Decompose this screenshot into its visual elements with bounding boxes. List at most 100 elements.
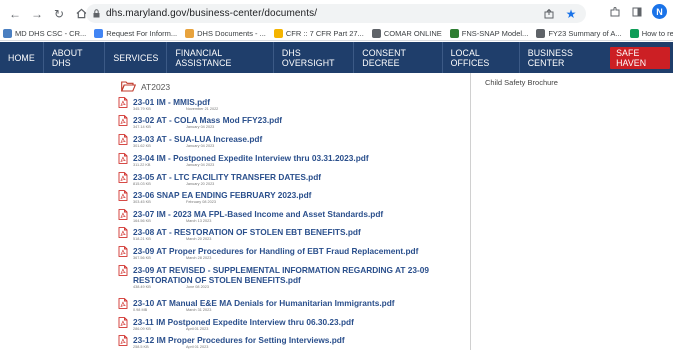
document-link[interactable]: 23-09 AT Proper Procedures for Handling … bbox=[133, 246, 418, 256]
column-divider bbox=[470, 73, 471, 350]
nav-services[interactable]: SERVICES bbox=[104, 42, 166, 73]
documents-content: Child Safety Brochure AT2023 23-01 IM - … bbox=[0, 73, 673, 350]
bookmark-item[interactable]: COMAR ONLINE bbox=[371, 29, 442, 38]
document-link[interactable]: 23-09 AT REVISED - SUPPLEMENTAL INFORMAT… bbox=[133, 265, 463, 285]
back-icon[interactable]: ← bbox=[6, 5, 24, 23]
bookmark-favicon-icon bbox=[371, 29, 381, 38]
nav-home[interactable]: HOME bbox=[0, 42, 43, 73]
bookmark-item[interactable]: FY23 Summary of A... bbox=[536, 29, 622, 38]
folder-at2023[interactable]: AT2023 bbox=[121, 81, 170, 92]
bookmark-label: COMAR ONLINE bbox=[383, 29, 442, 38]
document-link[interactable]: 23-11 IM Postponed Expedite Interview th… bbox=[133, 317, 354, 327]
url-text: dhs.maryland.gov/business-center/documen… bbox=[106, 8, 318, 19]
bookmark-item[interactable]: CFR :: 7 CFR Part 27... bbox=[273, 29, 364, 38]
nav-about-dhs[interactable]: ABOUT DHS bbox=[42, 42, 105, 73]
document-size: 164.56 KB bbox=[133, 219, 151, 223]
bookmarks-bar: MD DHS CSC - CR... Request For Inform... D… bbox=[0, 27, 673, 41]
document-link[interactable]: 23-01 IM - MMIS.pdf bbox=[133, 97, 210, 107]
bookmark-item[interactable]: How to remove a li... bbox=[629, 29, 673, 38]
document-date: February 08 2023 bbox=[186, 200, 216, 204]
document-size: 518.21 KB bbox=[133, 237, 151, 241]
document-size: 258.5 KB bbox=[133, 345, 149, 349]
document-size: 301.62 KB bbox=[133, 144, 151, 148]
document-date: November 21 2022 bbox=[186, 107, 219, 111]
document-link[interactable]: 23-06 SNAP EA ENDING FEBRUARY 2023.pdf bbox=[133, 190, 311, 200]
document-size: 367.56 KB bbox=[133, 256, 151, 260]
bookmark-label: DHS Documents - ... bbox=[197, 29, 266, 38]
pdf-file-icon bbox=[118, 97, 128, 108]
nav-consent-decree[interactable]: CONSENT DECREE bbox=[353, 42, 441, 73]
nav-local-offices[interactable]: LOCAL OFFICES bbox=[441, 42, 519, 73]
document-date: March 13 2023 bbox=[186, 219, 212, 223]
document-size: 303.45 KB bbox=[133, 200, 151, 204]
pdf-file-icon bbox=[118, 246, 128, 257]
bookmark-favicon-icon bbox=[94, 29, 104, 38]
document-link[interactable]: 23-05 AT - LTC FACILITY TRANSFER DATES.p… bbox=[133, 172, 321, 182]
pdf-file-icon bbox=[118, 265, 128, 276]
document-date: March 31 2023 bbox=[186, 308, 212, 312]
bookmark-label: MD DHS CSC - CR... bbox=[15, 29, 87, 38]
document-size: 815.03 KB bbox=[133, 182, 151, 186]
pdf-file-icon bbox=[118, 335, 128, 346]
bookmark-item[interactable]: DHS Documents - ... bbox=[185, 29, 266, 38]
safe-haven-button[interactable]: SAFE HAVEN bbox=[610, 46, 670, 69]
document-size: 311.22 KB bbox=[133, 163, 151, 167]
bookmark-favicon-icon bbox=[185, 29, 195, 38]
address-bar[interactable]: dhs.maryland.gov/business-center/documen… bbox=[86, 4, 586, 23]
bookmark-star-icon[interactable]: ★ bbox=[564, 7, 578, 21]
document-link[interactable]: 23-10 AT Manual E&E MA Denials for Human… bbox=[133, 298, 395, 308]
bookmark-favicon-icon bbox=[629, 29, 639, 38]
pdf-file-icon bbox=[118, 317, 128, 328]
folder-open-icon bbox=[121, 81, 136, 92]
document-link[interactable]: 23-02 AT - COLA Mass Mod FFY23.pdf bbox=[133, 115, 282, 125]
document-date: January 04 2023 bbox=[186, 125, 215, 129]
folder-label: AT2023 bbox=[141, 81, 171, 92]
lock-icon bbox=[92, 9, 101, 19]
pdf-file-icon bbox=[118, 115, 128, 126]
document-link[interactable]: 23-04 IM - Postponed Expedite Interview … bbox=[133, 153, 369, 163]
pdf-file-icon bbox=[118, 209, 128, 220]
pdf-file-icon bbox=[118, 134, 128, 145]
document-date: January 04 2023 bbox=[186, 163, 215, 167]
site-navigation: HOME ABOUT DHS SERVICES FINANCIAL ASSIST… bbox=[0, 42, 673, 73]
pdf-file-icon bbox=[118, 172, 128, 183]
reload-icon[interactable]: ↻ bbox=[50, 5, 68, 23]
document-date: June 08 2023 bbox=[186, 285, 210, 289]
bookmark-item[interactable]: Request For Inform... bbox=[94, 29, 177, 38]
pdf-file-icon bbox=[118, 298, 128, 309]
bookmark-favicon-icon bbox=[3, 29, 12, 38]
document-size: 347.14 KB bbox=[133, 125, 151, 129]
share-icon[interactable] bbox=[542, 7, 556, 21]
document-date: March 20 2023 bbox=[186, 237, 212, 241]
document-link[interactable]: 23-08 AT - RESTORATION OF STOLEN EBT BEN… bbox=[133, 227, 361, 237]
profile-avatar[interactable]: N bbox=[652, 4, 667, 19]
pdf-file-icon bbox=[118, 153, 128, 164]
document-size: 345.79 KB bbox=[133, 107, 151, 111]
pdf-file-icon bbox=[118, 190, 128, 201]
document-date: March 28 2023 bbox=[186, 256, 212, 260]
bookmark-item[interactable]: MD DHS CSC - CR... bbox=[3, 29, 86, 38]
bookmark-label: FNS-SNAP Model... bbox=[461, 29, 529, 38]
document-link[interactable]: 23-12 IM Proper Procedures for Setting I… bbox=[133, 335, 345, 345]
bookmark-favicon-icon bbox=[449, 29, 459, 38]
bookmark-label: FY23 Summary of A... bbox=[548, 29, 622, 38]
forward-icon[interactable]: → bbox=[28, 5, 46, 23]
nav-business-center[interactable]: BUSINESS CENTER bbox=[518, 42, 608, 73]
nav-dhs-oversight[interactable]: DHS OVERSIGHT bbox=[272, 42, 353, 73]
bookmark-label: CFR :: 7 CFR Part 27... bbox=[285, 29, 364, 38]
document-link[interactable]: 23-03 AT - SUA-LUA Increase.pdf bbox=[133, 134, 262, 144]
pdf-file-icon bbox=[118, 227, 128, 238]
document-size: 286.09 KB bbox=[133, 327, 151, 331]
bookmark-label: Request For Inform... bbox=[106, 29, 178, 38]
bookmark-favicon-icon bbox=[536, 29, 546, 38]
bookmark-favicon-icon bbox=[273, 29, 283, 38]
sidepanel-icon[interactable] bbox=[630, 5, 644, 19]
document-date: January 20 2023 bbox=[186, 182, 215, 186]
document-date: January 04 2023 bbox=[186, 144, 215, 148]
child-safety-brochure-link[interactable]: Child Safety Brochure bbox=[485, 78, 558, 87]
nav-financial-assistance[interactable]: FINANCIAL ASSISTANCE bbox=[166, 42, 272, 73]
bookmark-item[interactable]: FNS-SNAP Model... bbox=[449, 29, 529, 38]
document-link[interactable]: 23-07 IM - 2023 MA FPL-Based Income and … bbox=[133, 209, 383, 219]
extensions-icon[interactable] bbox=[608, 5, 622, 19]
document-date: April 01 2023 bbox=[186, 327, 209, 331]
